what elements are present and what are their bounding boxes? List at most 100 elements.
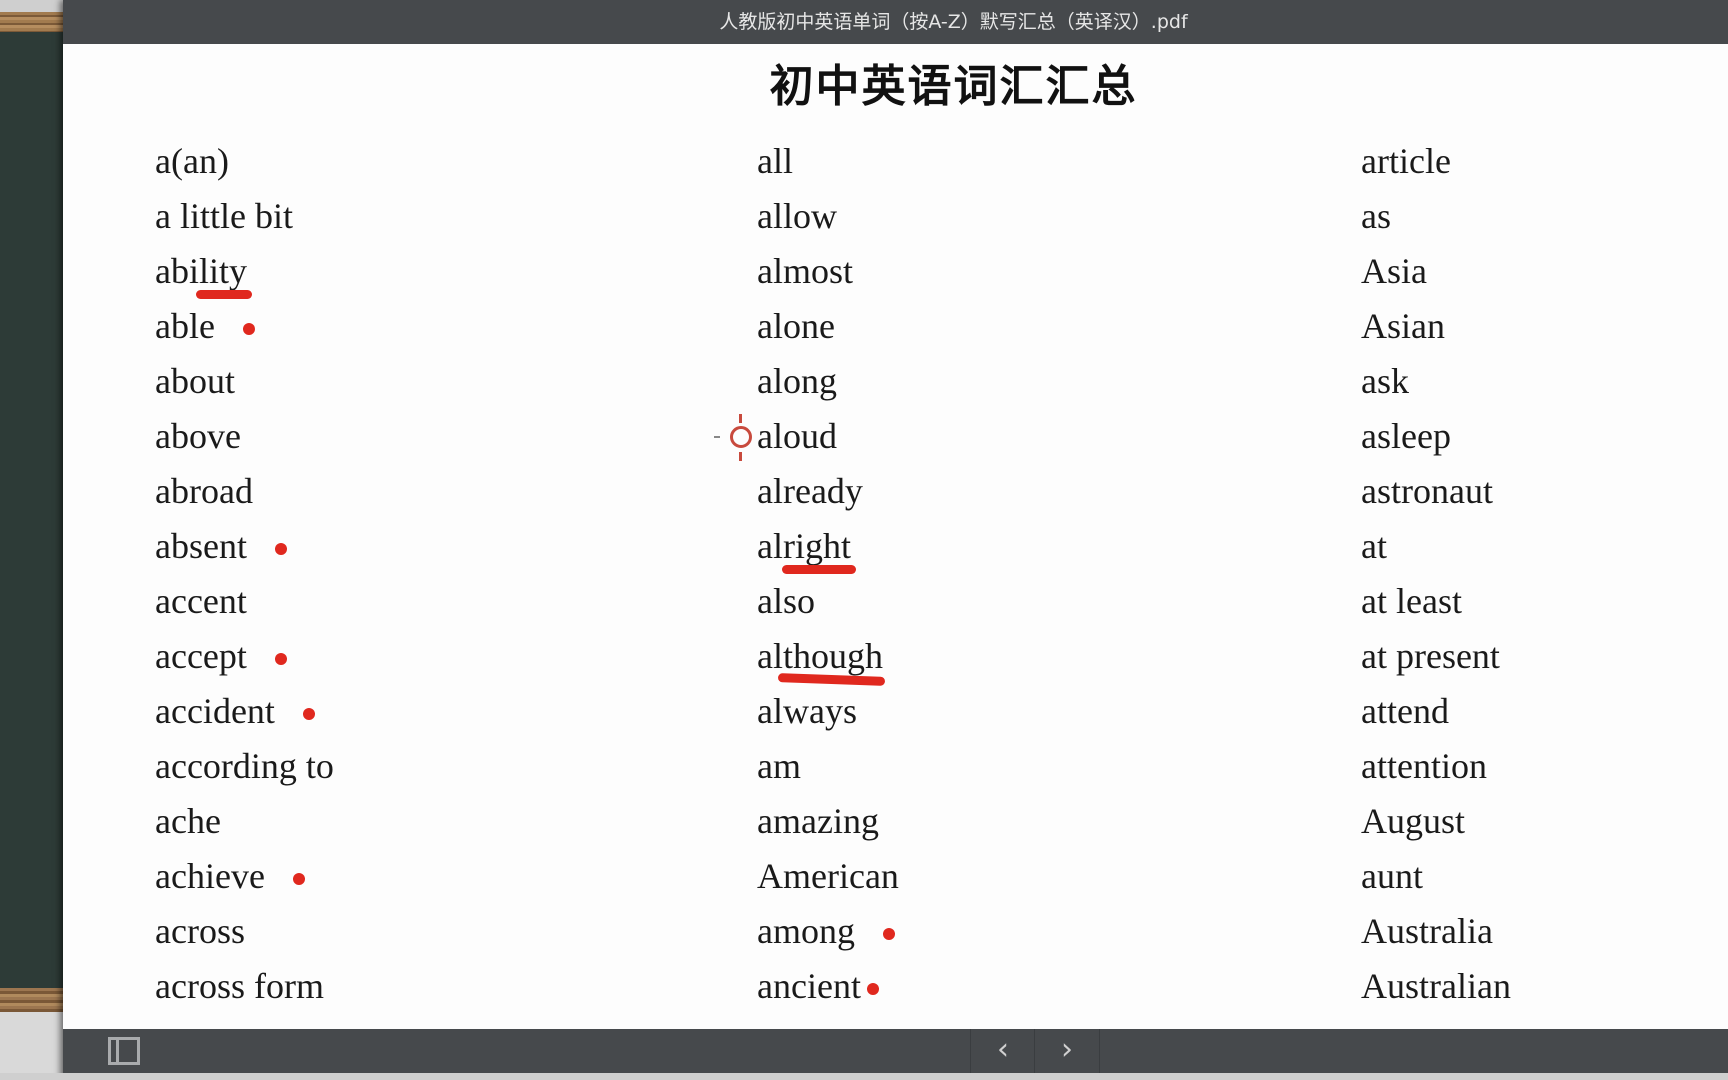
- word-text: allow: [757, 196, 837, 236]
- word-entry: August: [1361, 794, 1511, 849]
- word-text: alone: [757, 306, 835, 346]
- word-entry: accent: [155, 574, 334, 629]
- word-entry: Asia: [1361, 244, 1511, 299]
- sidebar-toggle-button[interactable]: [108, 1037, 140, 1065]
- word-text: amazing: [757, 801, 879, 841]
- word-text: ask: [1361, 361, 1409, 401]
- sidebar-toggle-icon-bar: [116, 1040, 119, 1062]
- pdf-page[interactable]: 初中英语词汇汇总 a(an) a little bit ability able abo…: [63, 44, 1728, 1029]
- word-entry: ache: [155, 794, 334, 849]
- word-text: attend: [1361, 691, 1449, 731]
- word-text: a little bit: [155, 196, 293, 236]
- word-entry: at present: [1361, 629, 1511, 684]
- word-text: accident: [155, 691, 275, 731]
- word-entry: absent: [155, 519, 334, 574]
- word-entry: ask: [1361, 354, 1511, 409]
- word-entry: attention: [1361, 739, 1511, 794]
- word-entry: at least: [1361, 574, 1511, 629]
- word-column-1: a(an) a little bit ability able about above ab…: [155, 134, 334, 1014]
- word-text: Australian: [1361, 966, 1511, 1006]
- word-entry: as: [1361, 189, 1511, 244]
- word-text: ache: [155, 801, 221, 841]
- toolbar-divider: [1099, 1029, 1100, 1073]
- word-entry: alright: [757, 519, 899, 574]
- word-entry: among: [757, 904, 899, 959]
- word-entry: always: [757, 684, 899, 739]
- word-entry: aunt: [1361, 849, 1511, 904]
- pdf-viewer-window: 人教版初中英语单词（按A-Z）默写汇总（英译汉）.pdf 初中英语词汇汇总 a(…: [63, 0, 1728, 1080]
- window-title: 人教版初中英语单词（按A-Z）默写汇总（英译汉）.pdf: [719, 11, 1188, 33]
- red-dot-mark: [882, 928, 895, 940]
- word-entry: above: [155, 409, 334, 464]
- word-text: at: [1361, 526, 1387, 566]
- word-text: aloud: [757, 416, 837, 456]
- red-underline-mark: [196, 290, 252, 299]
- word-text: Asia: [1361, 251, 1427, 291]
- next-page-button[interactable]: ›: [1034, 1029, 1099, 1073]
- word-text: across form: [155, 966, 324, 1006]
- word-text: among: [757, 911, 855, 951]
- desk-paper-top: [0, 0, 70, 12]
- word-entry: across: [155, 904, 334, 959]
- word-text: at least: [1361, 581, 1462, 621]
- word-text: about: [155, 361, 235, 401]
- word-entry: astronaut: [1361, 464, 1511, 519]
- word-text: Australia: [1361, 911, 1493, 951]
- desktop-bottom-strip: [0, 1073, 1728, 1080]
- word-text: also: [757, 581, 815, 621]
- word-column-2: all allow almost alone along aloud already alri…: [714, 134, 899, 1014]
- word-entry: although: [757, 629, 899, 686]
- red-dot-mark: [274, 543, 287, 555]
- word-entry: all: [757, 134, 899, 189]
- word-entry: Australia: [1361, 904, 1511, 959]
- bottom-toolbar: ‹ ›: [63, 1029, 1728, 1073]
- pointer-cursor-icon: [714, 414, 752, 461]
- word-entry: allow: [757, 189, 899, 244]
- word-text: all: [757, 141, 793, 181]
- word-entry: along: [757, 354, 899, 409]
- word-text: already: [757, 471, 863, 511]
- red-underline-mark: [782, 565, 856, 574]
- word-entry: American: [757, 849, 899, 904]
- word-entry: alone: [757, 299, 899, 354]
- word-text: accept: [155, 636, 247, 676]
- word-text: article: [1361, 141, 1451, 181]
- word-text: across: [155, 911, 245, 951]
- red-dot-mark: [866, 983, 879, 995]
- word-entry: about: [155, 354, 334, 409]
- cursor-tick: [714, 436, 720, 438]
- page-heading: 初中英语词汇汇总: [769, 61, 1138, 112]
- word-entry: asleep: [1361, 409, 1511, 464]
- word-text: American: [757, 856, 899, 896]
- word-text: absent: [155, 526, 247, 566]
- previous-page-button[interactable]: ‹: [970, 1029, 1035, 1073]
- word-text: above: [155, 416, 241, 456]
- title-bar: 人教版初中英语单词（按A-Z）默写汇总（英译汉）.pdf: [63, 0, 1728, 44]
- word-entry: a(an): [155, 134, 334, 189]
- sidebar-toggle-icon: [108, 1037, 140, 1065]
- word-entry: also: [757, 574, 899, 629]
- red-dot-mark: [274, 653, 287, 665]
- word-entry: ability: [155, 244, 334, 299]
- word-text: astronaut: [1361, 471, 1493, 511]
- word-entry: article: [1361, 134, 1511, 189]
- word-text: able: [155, 306, 215, 346]
- red-dot-mark: [242, 323, 255, 335]
- word-entry: able: [155, 299, 334, 354]
- red-dot-mark: [302, 708, 315, 720]
- word-entry: Asian: [1361, 299, 1511, 354]
- word-text: at present: [1361, 636, 1500, 676]
- word-entry: accident: [155, 684, 334, 739]
- word-text: achieve: [155, 856, 265, 896]
- word-entry: attend: [1361, 684, 1511, 739]
- word-text: August: [1361, 801, 1466, 841]
- word-text: Asian: [1361, 306, 1445, 346]
- word-entry: accept: [155, 629, 334, 684]
- word-entry: a little bit: [155, 189, 334, 244]
- word-entry: almost: [757, 244, 899, 299]
- word-entry: achieve: [155, 849, 334, 904]
- chalkboard-frame-bottom: [0, 988, 70, 1012]
- word-text: accent: [155, 581, 247, 621]
- red-dot-mark: [292, 873, 305, 885]
- word-entry: at: [1361, 519, 1511, 574]
